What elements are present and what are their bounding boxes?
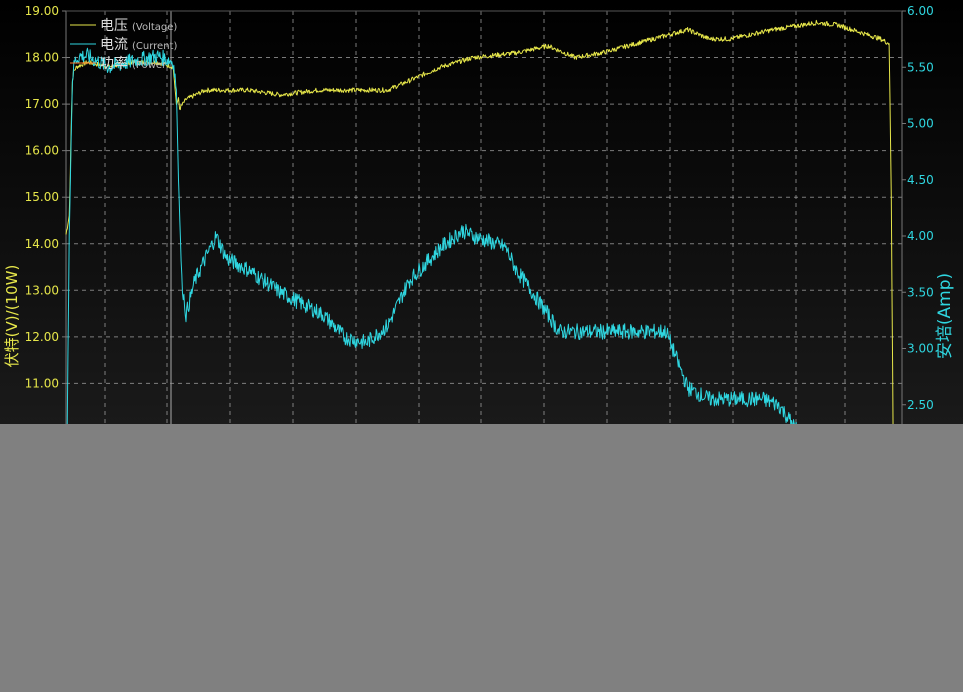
left-tick-label: 18.00 bbox=[25, 51, 59, 65]
left-tick-label: 16.00 bbox=[25, 144, 59, 158]
legend-label-en: (Power bbox=[132, 60, 167, 71]
left-tick-label: 15.00 bbox=[25, 190, 59, 204]
legend-label: 电流 bbox=[100, 37, 128, 53]
right-tick-label: 5.50 bbox=[907, 60, 934, 74]
right-tick-label: 4.00 bbox=[907, 229, 934, 243]
left-tick-label: 19.00 bbox=[25, 4, 59, 18]
left-tick-label: 14.00 bbox=[25, 237, 59, 251]
right-tick-label: 6.00 bbox=[907, 4, 934, 18]
left-tick-label: 17.00 bbox=[25, 97, 59, 111]
left-tick-label: 13.00 bbox=[25, 283, 59, 297]
left-tick-label: 12.00 bbox=[25, 330, 59, 344]
right-tick-label: 3.00 bbox=[907, 342, 934, 356]
legend-label: 电压 bbox=[100, 18, 128, 34]
legend-label-en: (Voltage) bbox=[132, 22, 177, 33]
right-tick-label: 4.50 bbox=[907, 173, 934, 187]
left-tick-label: 11.00 bbox=[25, 376, 59, 390]
right-tick-label: 2.50 bbox=[907, 398, 934, 412]
chart-container: 19.00 18.00 17.00 16.00 15.00 14.00 13.00 12.00… bbox=[0, 0, 963, 692]
legend-label-en: (Current) bbox=[132, 41, 177, 52]
y-axis-left-title: 伏特(V)/(10W) bbox=[3, 265, 21, 368]
right-tick-label: 5.00 bbox=[907, 117, 934, 131]
obscured-region bbox=[0, 424, 963, 692]
legend-label: 功率 bbox=[100, 55, 128, 72]
right-tick-label: 3.50 bbox=[907, 285, 934, 299]
y-axis-right-title: 安培(Amp) bbox=[935, 273, 955, 359]
